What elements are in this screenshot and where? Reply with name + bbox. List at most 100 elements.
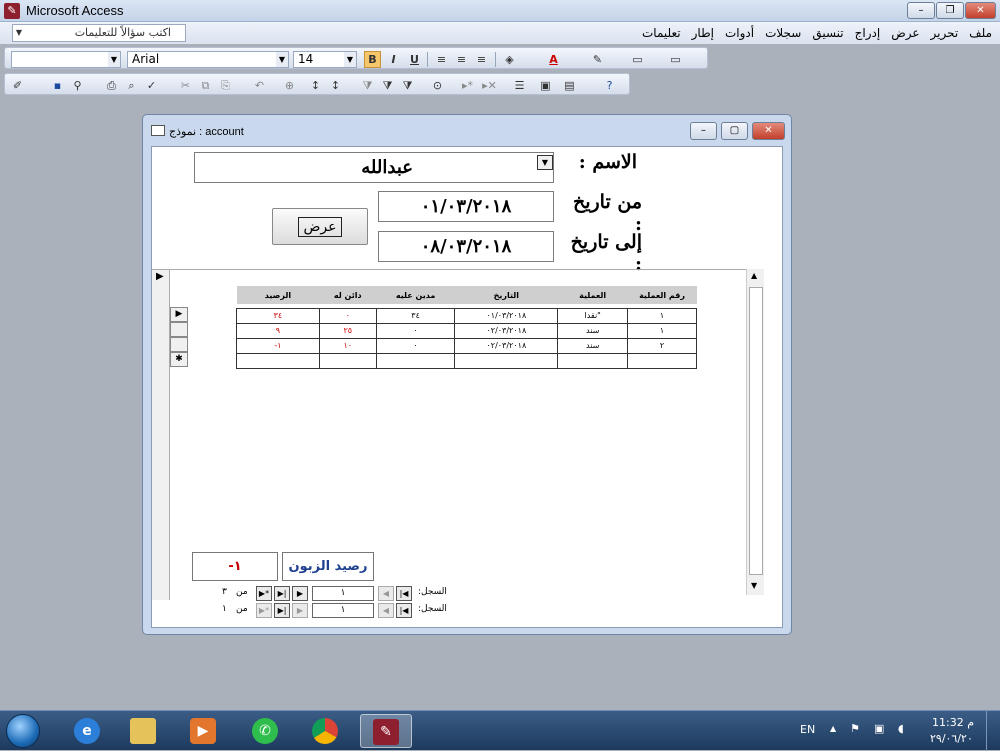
taskbar-ie[interactable]: e	[62, 714, 114, 748]
taskbar-explorer[interactable]	[118, 714, 170, 748]
menu-insert[interactable]: إدراج	[855, 26, 881, 40]
undo-icon[interactable]: ↶	[251, 77, 268, 94]
object-combo[interactable]: ▼	[11, 51, 121, 68]
filter-by-form-icon[interactable]: ⧩	[379, 77, 396, 94]
taskbar-whatsapp[interactable]: ✆	[240, 714, 292, 748]
sort-descending-icon[interactable]: ↕	[327, 77, 344, 94]
row-selector-current[interactable]: ▶	[170, 307, 188, 322]
cell-op-number[interactable]: ٢	[627, 337, 697, 354]
table-row[interactable]: -١ ١٠ ٠ ٠٢/٠٣/٢٠١٨ سند ٢	[236, 337, 697, 354]
line-color-icon[interactable]: ✎	[589, 51, 606, 68]
chevron-down-icon[interactable]: ▼	[13, 25, 25, 41]
cell-balance[interactable]: -١	[236, 337, 320, 354]
menu-records[interactable]: سجلات	[765, 26, 801, 40]
volume-icon[interactable]: ◖	[898, 722, 904, 735]
scroll-down-icon[interactable]: ▼	[751, 581, 757, 590]
fill-color-icon[interactable]: ◈	[501, 51, 518, 68]
first-record-button[interactable]: |◀	[396, 603, 412, 618]
table-row[interactable]: ٣٤ ٠ ٣٤ ٠١/٠٣/٢٠١٨ نقدا" ١	[236, 307, 697, 324]
database-window-icon[interactable]: ▣	[537, 77, 554, 94]
next-record-button[interactable]: ▶	[292, 603, 308, 618]
underline-button[interactable]: U	[406, 51, 423, 68]
spelling-icon[interactable]: ✓	[143, 77, 160, 94]
chevron-down-icon[interactable]: ▼	[537, 155, 553, 170]
copy-icon[interactable]: ⧉	[197, 77, 214, 94]
table-row[interactable]: ٩ ٢٥ ٠ ٠٢/٠٣/٢٠١٨ سند ١	[236, 322, 697, 339]
properties-icon[interactable]: ☰	[511, 77, 528, 94]
restore-button[interactable]: ❐	[936, 2, 964, 19]
cell-op-number[interactable]: ١	[627, 307, 697, 324]
menu-edit[interactable]: تحرير	[931, 26, 959, 40]
taskbar-chrome[interactable]	[300, 714, 352, 748]
row-selector[interactable]	[170, 322, 188, 337]
help-icon[interactable]: ?	[601, 77, 618, 94]
font-size-combo[interactable]: 14 ▼	[293, 51, 357, 68]
print-preview-icon[interactable]: ⌕	[123, 77, 140, 94]
search-icon[interactable]: ⚲	[69, 77, 86, 94]
row-selector[interactable]	[170, 337, 188, 352]
to-date-field[interactable]: ٠٨/٠٣/٢٠١٨	[378, 231, 554, 262]
menu-window[interactable]: إطار	[692, 26, 714, 40]
show-desktop-button[interactable]	[986, 711, 1000, 751]
cell-credit[interactable]: ١٠	[318, 337, 377, 354]
last-record-button[interactable]: ▶|	[274, 603, 290, 618]
menu-view[interactable]: عرض	[891, 26, 919, 40]
from-date-field[interactable]: ٠١/٠٣/٢٠١٨	[378, 191, 554, 222]
print-icon[interactable]: ⎙	[103, 77, 120, 94]
cell-date[interactable]: ٠٢/٠٣/٢٠١٨	[454, 337, 559, 354]
cell-credit[interactable]: ٢٥	[318, 322, 377, 339]
main-record-selector[interactable]: ▶	[152, 270, 170, 600]
filter-by-selection-icon[interactable]: ⧩	[359, 77, 376, 94]
form-close-button[interactable]: ✕	[752, 122, 785, 140]
cell-date[interactable]: ٠٢/٠٣/٢٠١٨	[454, 322, 559, 339]
chevron-down-icon[interactable]: ▼	[276, 52, 288, 67]
next-record-button[interactable]: ▶	[292, 586, 308, 601]
cell-credit[interactable]: ٠	[318, 307, 377, 324]
view-button[interactable]: عرض	[272, 208, 368, 245]
name-field[interactable]: عبدالله	[194, 152, 554, 183]
help-question-box[interactable]: ▼ اكتب سؤالاً للتعليمات	[12, 24, 186, 42]
menu-format[interactable]: تنسيق	[812, 26, 843, 40]
menu-help[interactable]: تعليمات	[642, 26, 681, 40]
cell-balance[interactable]: ٣٤	[236, 307, 320, 324]
line-width-icon[interactable]: ▭	[629, 51, 646, 68]
new-record-row[interactable]	[236, 352, 697, 369]
menu-tools[interactable]: أدوات	[725, 26, 754, 40]
design-view-icon[interactable]: ✐	[9, 77, 26, 94]
apply-filter-icon[interactable]: ⧩	[399, 77, 416, 94]
action-center-flag-icon[interactable]: ⚑	[850, 722, 860, 735]
cell-operation[interactable]: سند	[557, 337, 629, 354]
cell-debit[interactable]: ٠	[375, 322, 456, 339]
last-record-button[interactable]: ▶|	[274, 586, 290, 601]
menu-file[interactable]: ملف	[969, 26, 992, 40]
align-left-icon[interactable]: ≡	[433, 51, 450, 68]
save-icon[interactable]: ▪	[49, 77, 66, 94]
taskbar-media[interactable]: ▶	[178, 714, 230, 748]
scrollbar-thumb[interactable]	[749, 287, 763, 575]
clock-date[interactable]: ٢٩/٠٦/٢٠	[930, 732, 973, 745]
minimize-button[interactable]: –	[907, 2, 935, 19]
paste-icon[interactable]: ⎘	[217, 77, 234, 94]
form-minimize-button[interactable]: –	[690, 122, 717, 140]
bold-button[interactable]: B	[364, 51, 381, 68]
previous-record-button[interactable]: ◀	[378, 603, 394, 618]
language-indicator[interactable]: EN	[800, 723, 815, 736]
font-color-icon[interactable]: A	[545, 51, 562, 68]
cell-operation[interactable]: سند	[557, 322, 629, 339]
new-object-icon[interactable]: ▤	[561, 77, 578, 94]
cell-debit[interactable]: ٠	[375, 337, 456, 354]
subform-nav-current[interactable]: ١	[312, 586, 374, 601]
main-nav-current[interactable]: ١	[312, 603, 374, 618]
cell-operation[interactable]: نقدا"	[557, 307, 629, 324]
network-icon[interactable]: ▣	[874, 722, 884, 735]
cell-balance[interactable]: ٩	[236, 322, 320, 339]
cell-debit[interactable]: ٣٤	[375, 307, 456, 324]
start-button[interactable]	[6, 714, 40, 748]
previous-record-button[interactable]: ◀	[378, 586, 394, 601]
sort-ascending-icon[interactable]: ↕	[307, 77, 324, 94]
cut-icon[interactable]: ✂	[177, 77, 194, 94]
chevron-down-icon[interactable]: ▼	[344, 52, 356, 67]
clock-time[interactable]: 11:32 م	[932, 716, 974, 729]
cell-op-number[interactable]: ١	[627, 322, 697, 339]
chevron-down-icon[interactable]: ▼	[108, 52, 120, 67]
